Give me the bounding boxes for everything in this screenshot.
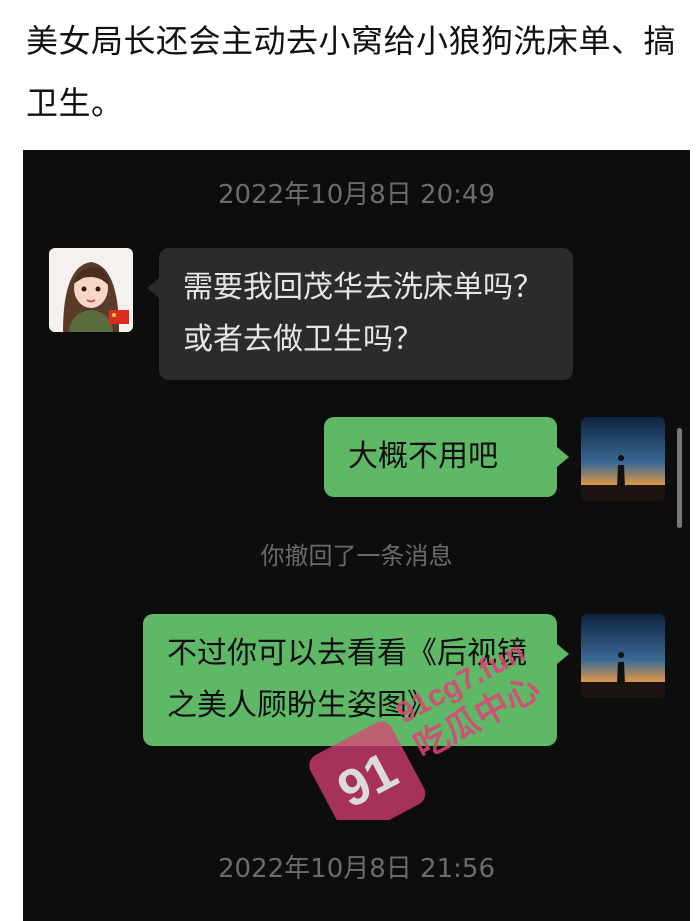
chat-screenshot: 2022年10月8日 20:49 需要我回茂华去洗床单吗？或者去做卫生吗？ 大概… (23, 150, 690, 921)
contact-avatar[interactable] (49, 248, 133, 332)
message-text: 需要我回茂华去洗床单吗？或者去做卫生吗？ (183, 270, 543, 357)
message-text: 大概不用吧 (348, 439, 498, 474)
post-caption: 美女局长还会主动去小窝给小狼狗洗床单、搞卫生。 (26, 22, 677, 122)
sent-message-bubble[interactable]: 不过你可以去看看《后视镜之美人顾盼生姿图》 (143, 614, 569, 746)
recall-notice: 你撤回了一条消息 (260, 542, 453, 570)
sent-message-bubble[interactable]: 大概不用吧 (324, 417, 569, 497)
user-avatar[interactable] (581, 614, 665, 698)
message-text: 不过你可以去看看《后视镜之美人顾盼生姿图》 (167, 636, 527, 723)
chat-timestamp: 2022年10月8日 21:56 (218, 854, 495, 884)
chat-timestamp: 2022年10月8日 20:49 (218, 180, 495, 210)
sunset-silhouette-icon (581, 614, 665, 698)
user-avatar[interactable] (581, 417, 665, 501)
cartoon-woman-icon (49, 248, 133, 332)
received-message-bubble[interactable]: 需要我回茂华去洗床单吗？或者去做卫生吗？ (147, 248, 573, 380)
sunset-silhouette-icon (581, 417, 665, 501)
scrollbar[interactable] (677, 428, 682, 528)
